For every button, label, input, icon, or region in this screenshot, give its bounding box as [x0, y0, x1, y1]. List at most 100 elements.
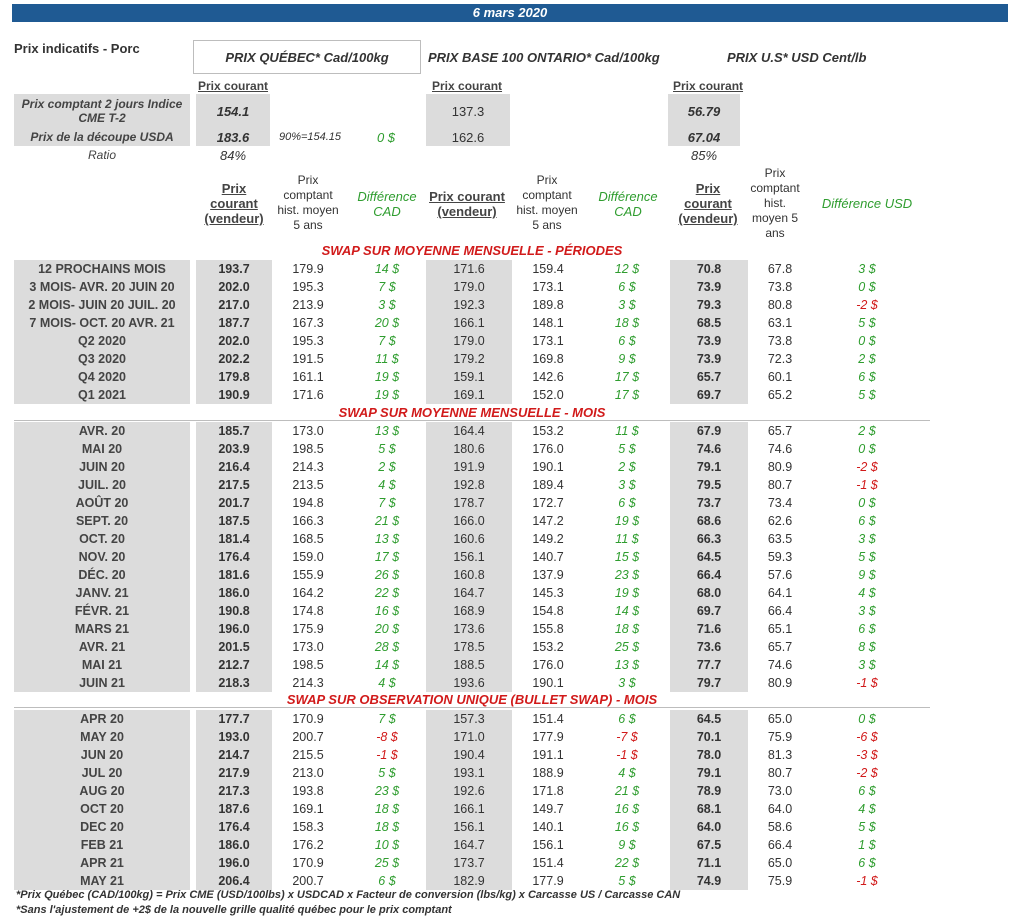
- us-hist: 80.7: [767, 478, 793, 492]
- date-banner: 6 mars 2020: [12, 4, 1008, 22]
- quebec-cash-value: 154.1: [216, 104, 250, 119]
- quebec-hist: 170.9: [292, 856, 324, 870]
- ontario-diff: 22 $: [614, 856, 640, 870]
- us-diff-header: Différence USD: [821, 196, 913, 211]
- period-label: JANV. 21: [14, 584, 190, 602]
- us-diff: 5 $: [858, 820, 876, 834]
- footnote-adjustment: *Sans l'ajustement de +2$ de la nouvelle…: [16, 904, 452, 916]
- us-diff: 5 $: [858, 550, 876, 564]
- ontario-hist: 148.1: [532, 316, 564, 330]
- ontario-hist: 173.1: [532, 280, 564, 294]
- quebec-diff: 14 $: [374, 262, 400, 276]
- period-label: 7 MOIS- OCT. 20 AVR. 21: [14, 314, 190, 332]
- col-head-text: CAD: [373, 204, 401, 219]
- ontario-price: 182.9: [426, 872, 512, 890]
- quebec-diff: 5 $: [378, 766, 396, 780]
- table-row: JUN 20 214.7 215.5 -1 $ 190.4 191.1 -1 $ 78.0 81…: [14, 746, 930, 764]
- period-label: MAY 21: [14, 872, 190, 890]
- us-hist: 65.7: [767, 424, 793, 438]
- us-diff: 6 $: [858, 622, 876, 636]
- ontario-diff: 16 $: [614, 802, 640, 816]
- table-row: JUL 20 217.9 213.0 5 $ 193.1 188.9 4 $ 79.1 80.7…: [14, 764, 930, 782]
- ontario-price: 159.1: [426, 368, 512, 386]
- ontario-diff: 18 $: [614, 622, 640, 636]
- us-diff: 2 $: [858, 352, 876, 366]
- ontario-diff: 3 $: [618, 676, 636, 690]
- quebec-price: 185.7: [196, 422, 272, 440]
- ontario-hist: 152.0: [532, 388, 564, 402]
- quebec-hist: 195.3: [292, 334, 324, 348]
- quebec-diff: 7 $: [378, 280, 396, 294]
- ontario-diff: 5 $: [618, 874, 636, 888]
- table-row: 7 MOIS- OCT. 20 AVR. 21 187.7 167.3 20 $ 166…: [14, 314, 930, 332]
- col-head-text: ans: [765, 226, 785, 240]
- quebec-price: 186.0: [196, 584, 272, 602]
- col-head-text: Prix: [695, 181, 721, 196]
- quebec-diff: 20 $: [374, 622, 400, 636]
- ontario-diff: 3 $: [618, 478, 636, 492]
- quebec-diff-header: Différence CAD: [350, 189, 424, 219]
- us-diff: -1 $: [856, 676, 878, 690]
- us-hist: 67.8: [767, 262, 793, 276]
- us-price: 68.5: [670, 314, 748, 332]
- us-hist: 63.5: [767, 532, 793, 546]
- quebec-diff: 13 $: [374, 532, 400, 546]
- quebec-hist: 171.6: [292, 388, 324, 402]
- quebec-price: 179.8: [196, 368, 272, 386]
- us-hist: 65.7: [767, 640, 793, 654]
- ontario-hist: 142.6: [532, 370, 564, 384]
- quebec-diff: 19 $: [374, 388, 400, 402]
- quebec-hist: 173.0: [292, 640, 324, 654]
- table-row: Q1 2021 190.9 171.6 19 $ 169.1 152.0 17 $ 69.7 6…: [14, 386, 930, 404]
- period-label: FÉVR. 21: [14, 602, 190, 620]
- us-price: 64.5: [670, 710, 748, 728]
- us-diff: -1 $: [856, 874, 878, 888]
- ontario-price: 171.6: [426, 260, 512, 278]
- ontario-hist: 145.3: [532, 586, 564, 600]
- ontario-hist: 173.1: [532, 334, 564, 348]
- us-price: 64.0: [670, 818, 748, 836]
- period-label: JUL 20: [14, 764, 190, 782]
- period-label: SEPT. 20: [14, 512, 190, 530]
- ontario-hist: 147.2: [532, 514, 564, 528]
- us-hist: 64.0: [767, 802, 793, 816]
- table-row: 3 MOIS- AVR. 20 JUIN 20 202.0 195.3 7 $ 179.…: [14, 278, 930, 296]
- quebec-hist: 191.5: [292, 352, 324, 366]
- us-vendeur-header: Prix courant (vendeur): [670, 181, 746, 226]
- ontario-hist: 155.8: [532, 622, 564, 636]
- table-row: MAI 20 203.9 198.5 5 $ 180.6 176.0 5 $ 74.6 74.6…: [14, 440, 930, 458]
- ontario-price: 166.1: [426, 800, 512, 818]
- us-diff: 6 $: [858, 370, 876, 384]
- us-cut-value: 67.04: [687, 130, 721, 145]
- period-label: MARS 21: [14, 620, 190, 638]
- quebec-hist: 200.7: [292, 730, 324, 744]
- us-hist: 65.1: [767, 622, 793, 636]
- quebec-price: 212.7: [196, 656, 272, 674]
- ontario-price: 156.1: [426, 548, 512, 566]
- us-hist: 73.0: [767, 784, 793, 798]
- ontario-diff: -7 $: [616, 730, 638, 744]
- col-head-text: (vendeur): [437, 204, 497, 219]
- quebec-diff: 20 $: [374, 316, 400, 330]
- us-diff: -2 $: [856, 298, 878, 312]
- ontario-price: 179.0: [426, 332, 512, 350]
- ontario-diff: 9 $: [618, 838, 636, 852]
- period-label: AVR. 21: [14, 638, 190, 656]
- quebec-diff: 21 $: [374, 514, 400, 528]
- ontario-diff: 17 $: [614, 388, 640, 402]
- us-diff: 3 $: [858, 604, 876, 618]
- quebec-hist: 166.3: [292, 514, 324, 528]
- page-title: Prix indicatifs - Porc: [14, 41, 140, 56]
- us-price: 78.9: [670, 782, 748, 800]
- quebec-price: 214.7: [196, 746, 272, 764]
- quebec-price: 196.0: [196, 620, 272, 638]
- quebec-hist: 168.5: [292, 532, 324, 546]
- quebec-price: 187.6: [196, 800, 272, 818]
- us-diff: 3 $: [858, 658, 876, 672]
- col-head-text: hist. moyen: [277, 203, 339, 217]
- ontario-price: 156.1: [426, 818, 512, 836]
- quebec-hist: 170.9: [292, 712, 324, 726]
- table-row: OCT. 20 181.4 168.5 13 $ 160.6 149.2 11 $ 66.3 6…: [14, 530, 930, 548]
- period-label: AOÛT 20: [14, 494, 190, 512]
- ontario-hist: 177.9: [532, 874, 564, 888]
